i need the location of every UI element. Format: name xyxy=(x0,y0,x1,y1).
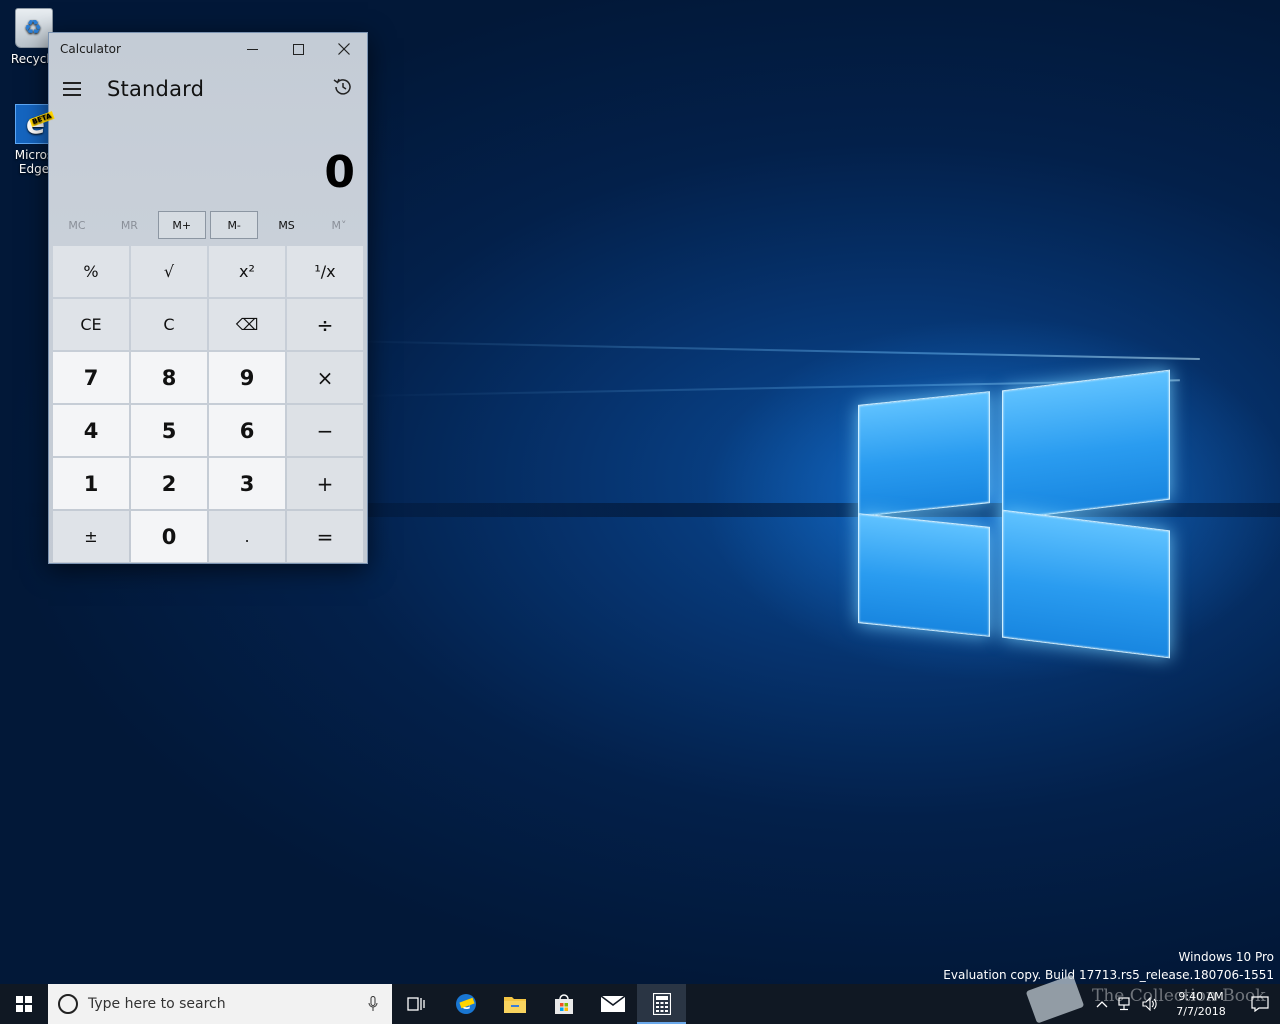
history-icon xyxy=(333,78,351,95)
digit-4-key[interactable]: 4 xyxy=(53,405,129,456)
edge-beta-taskbar-button[interactable]: e xyxy=(441,984,490,1024)
memory-subtract-button[interactable]: M- xyxy=(210,211,259,239)
edition-watermark: Windows 10 Pro xyxy=(1178,950,1274,964)
square-key[interactable]: x² xyxy=(209,246,285,297)
build-watermark: Evaluation copy. Build 17713.rs5_release… xyxy=(943,968,1274,982)
logo-pane xyxy=(1002,369,1170,521)
hamburger-icon-bar xyxy=(63,94,81,96)
search-placeholder: Type here to search xyxy=(88,996,226,1012)
close-icon xyxy=(338,43,350,55)
digit-0-key[interactable]: 0 xyxy=(131,511,207,562)
minimize-button[interactable] xyxy=(229,33,275,65)
calculator-icon xyxy=(652,993,671,1015)
network-button[interactable] xyxy=(1114,984,1138,1024)
display-value: 0 xyxy=(324,147,355,198)
calculator-taskbar-button[interactable] xyxy=(637,984,686,1024)
network-icon xyxy=(1118,997,1130,1011)
logo-pane xyxy=(1002,509,1170,659)
cortana-icon xyxy=(58,994,78,1014)
window-controls xyxy=(229,33,367,65)
task-view-icon xyxy=(406,997,425,1011)
digit-9-key[interactable]: 9 xyxy=(209,352,285,403)
digit-5-key[interactable]: 5 xyxy=(131,405,207,456)
light-beam xyxy=(339,340,1200,361)
minimize-icon xyxy=(246,48,258,50)
logo-pane xyxy=(858,391,990,517)
mode-title: Standard xyxy=(107,77,205,101)
clock-time: 9:40 AM xyxy=(1178,990,1224,1003)
volume-button[interactable] xyxy=(1138,984,1162,1024)
calculator-header: Standard xyxy=(49,65,367,113)
memory-add-button[interactable]: M+ xyxy=(157,211,206,239)
result-display: 0 xyxy=(49,113,367,211)
edge-beta-icon: e xyxy=(455,994,476,1014)
memory-recall-button[interactable]: MR xyxy=(105,211,153,239)
hamburger-icon-bar xyxy=(63,88,81,90)
multiply-key[interactable]: × xyxy=(287,352,363,403)
add-key[interactable]: + xyxy=(287,458,363,509)
equals-key[interactable]: = xyxy=(287,511,363,562)
percent-key[interactable]: % xyxy=(53,246,129,297)
file-explorer-icon xyxy=(503,997,526,1013)
divide-key[interactable]: ÷ xyxy=(287,299,363,350)
windows-logo-wallpaper xyxy=(856,360,1172,672)
taskbar: Type here to search e xyxy=(0,974,1280,1024)
digit-1-key[interactable]: 1 xyxy=(53,458,129,509)
notification-icon xyxy=(1251,996,1269,1012)
hamburger-icon xyxy=(63,82,81,84)
microphone-icon[interactable] xyxy=(368,996,378,1012)
clear-key[interactable]: C xyxy=(131,299,207,350)
action-center-button[interactable] xyxy=(1240,984,1280,1024)
digit-2-key[interactable]: 2 xyxy=(131,458,207,509)
close-button[interactable] xyxy=(321,33,367,65)
search-box[interactable]: Type here to search xyxy=(48,984,392,1024)
chevron-up-icon xyxy=(1096,1001,1108,1008)
reciprocal-key[interactable]: ¹/x xyxy=(287,246,363,297)
navigation-menu-button[interactable] xyxy=(49,69,95,109)
logo-pane xyxy=(858,513,990,637)
task-view-button[interactable] xyxy=(392,984,441,1024)
file-explorer-button[interactable] xyxy=(490,984,539,1024)
digit-6-key[interactable]: 6 xyxy=(209,405,285,456)
digit-3-key[interactable]: 3 xyxy=(209,458,285,509)
square-root-key[interactable]: √ xyxy=(131,246,207,297)
calculator-window: Calculator Standard 0 MC MR M+ M- MS M˅ … xyxy=(48,32,368,564)
system-tray: 9:40 AM 7/7/2018 xyxy=(1090,984,1280,1024)
history-button[interactable] xyxy=(331,75,355,99)
show-hidden-icons-button[interactable] xyxy=(1090,984,1114,1024)
memory-store-button[interactable]: MS xyxy=(263,211,311,239)
window-title: Calculator xyxy=(60,42,121,56)
store-button[interactable] xyxy=(539,984,588,1024)
subtract-key[interactable]: − xyxy=(287,405,363,456)
mail-button[interactable] xyxy=(588,984,637,1024)
title-bar[interactable]: Calculator xyxy=(49,33,367,65)
mail-icon xyxy=(600,995,625,1012)
store-icon xyxy=(554,994,573,1014)
clear-entry-key[interactable]: CE xyxy=(53,299,129,350)
maximize-icon xyxy=(292,43,304,55)
memory-list-button[interactable]: M˅ xyxy=(315,211,363,239)
windows-start-icon xyxy=(16,996,32,1012)
decimal-key[interactable]: . xyxy=(209,511,285,562)
taskbar-clock[interactable]: 9:40 AM 7/7/2018 xyxy=(1162,989,1240,1019)
maximize-button[interactable] xyxy=(275,33,321,65)
digit-7-key[interactable]: 7 xyxy=(53,352,129,403)
keypad: % √ x² ¹/x CE C ⌫ ÷ 7 8 9 × 4 5 6− 1 2 3 + ±0. = xyxy=(53,246,363,562)
backspace-key[interactable]: ⌫ xyxy=(209,299,285,350)
clock-date: 7/7/2018 xyxy=(1176,1005,1226,1018)
negate-key[interactable]: ± xyxy=(53,511,129,562)
memory-clear-button[interactable]: MC xyxy=(53,211,101,239)
speaker-icon xyxy=(1142,997,1157,1011)
start-button[interactable] xyxy=(0,984,48,1024)
digit-8-key[interactable]: 8 xyxy=(131,352,207,403)
memory-row: MC MR M+ M- MS M˅ xyxy=(49,211,367,244)
